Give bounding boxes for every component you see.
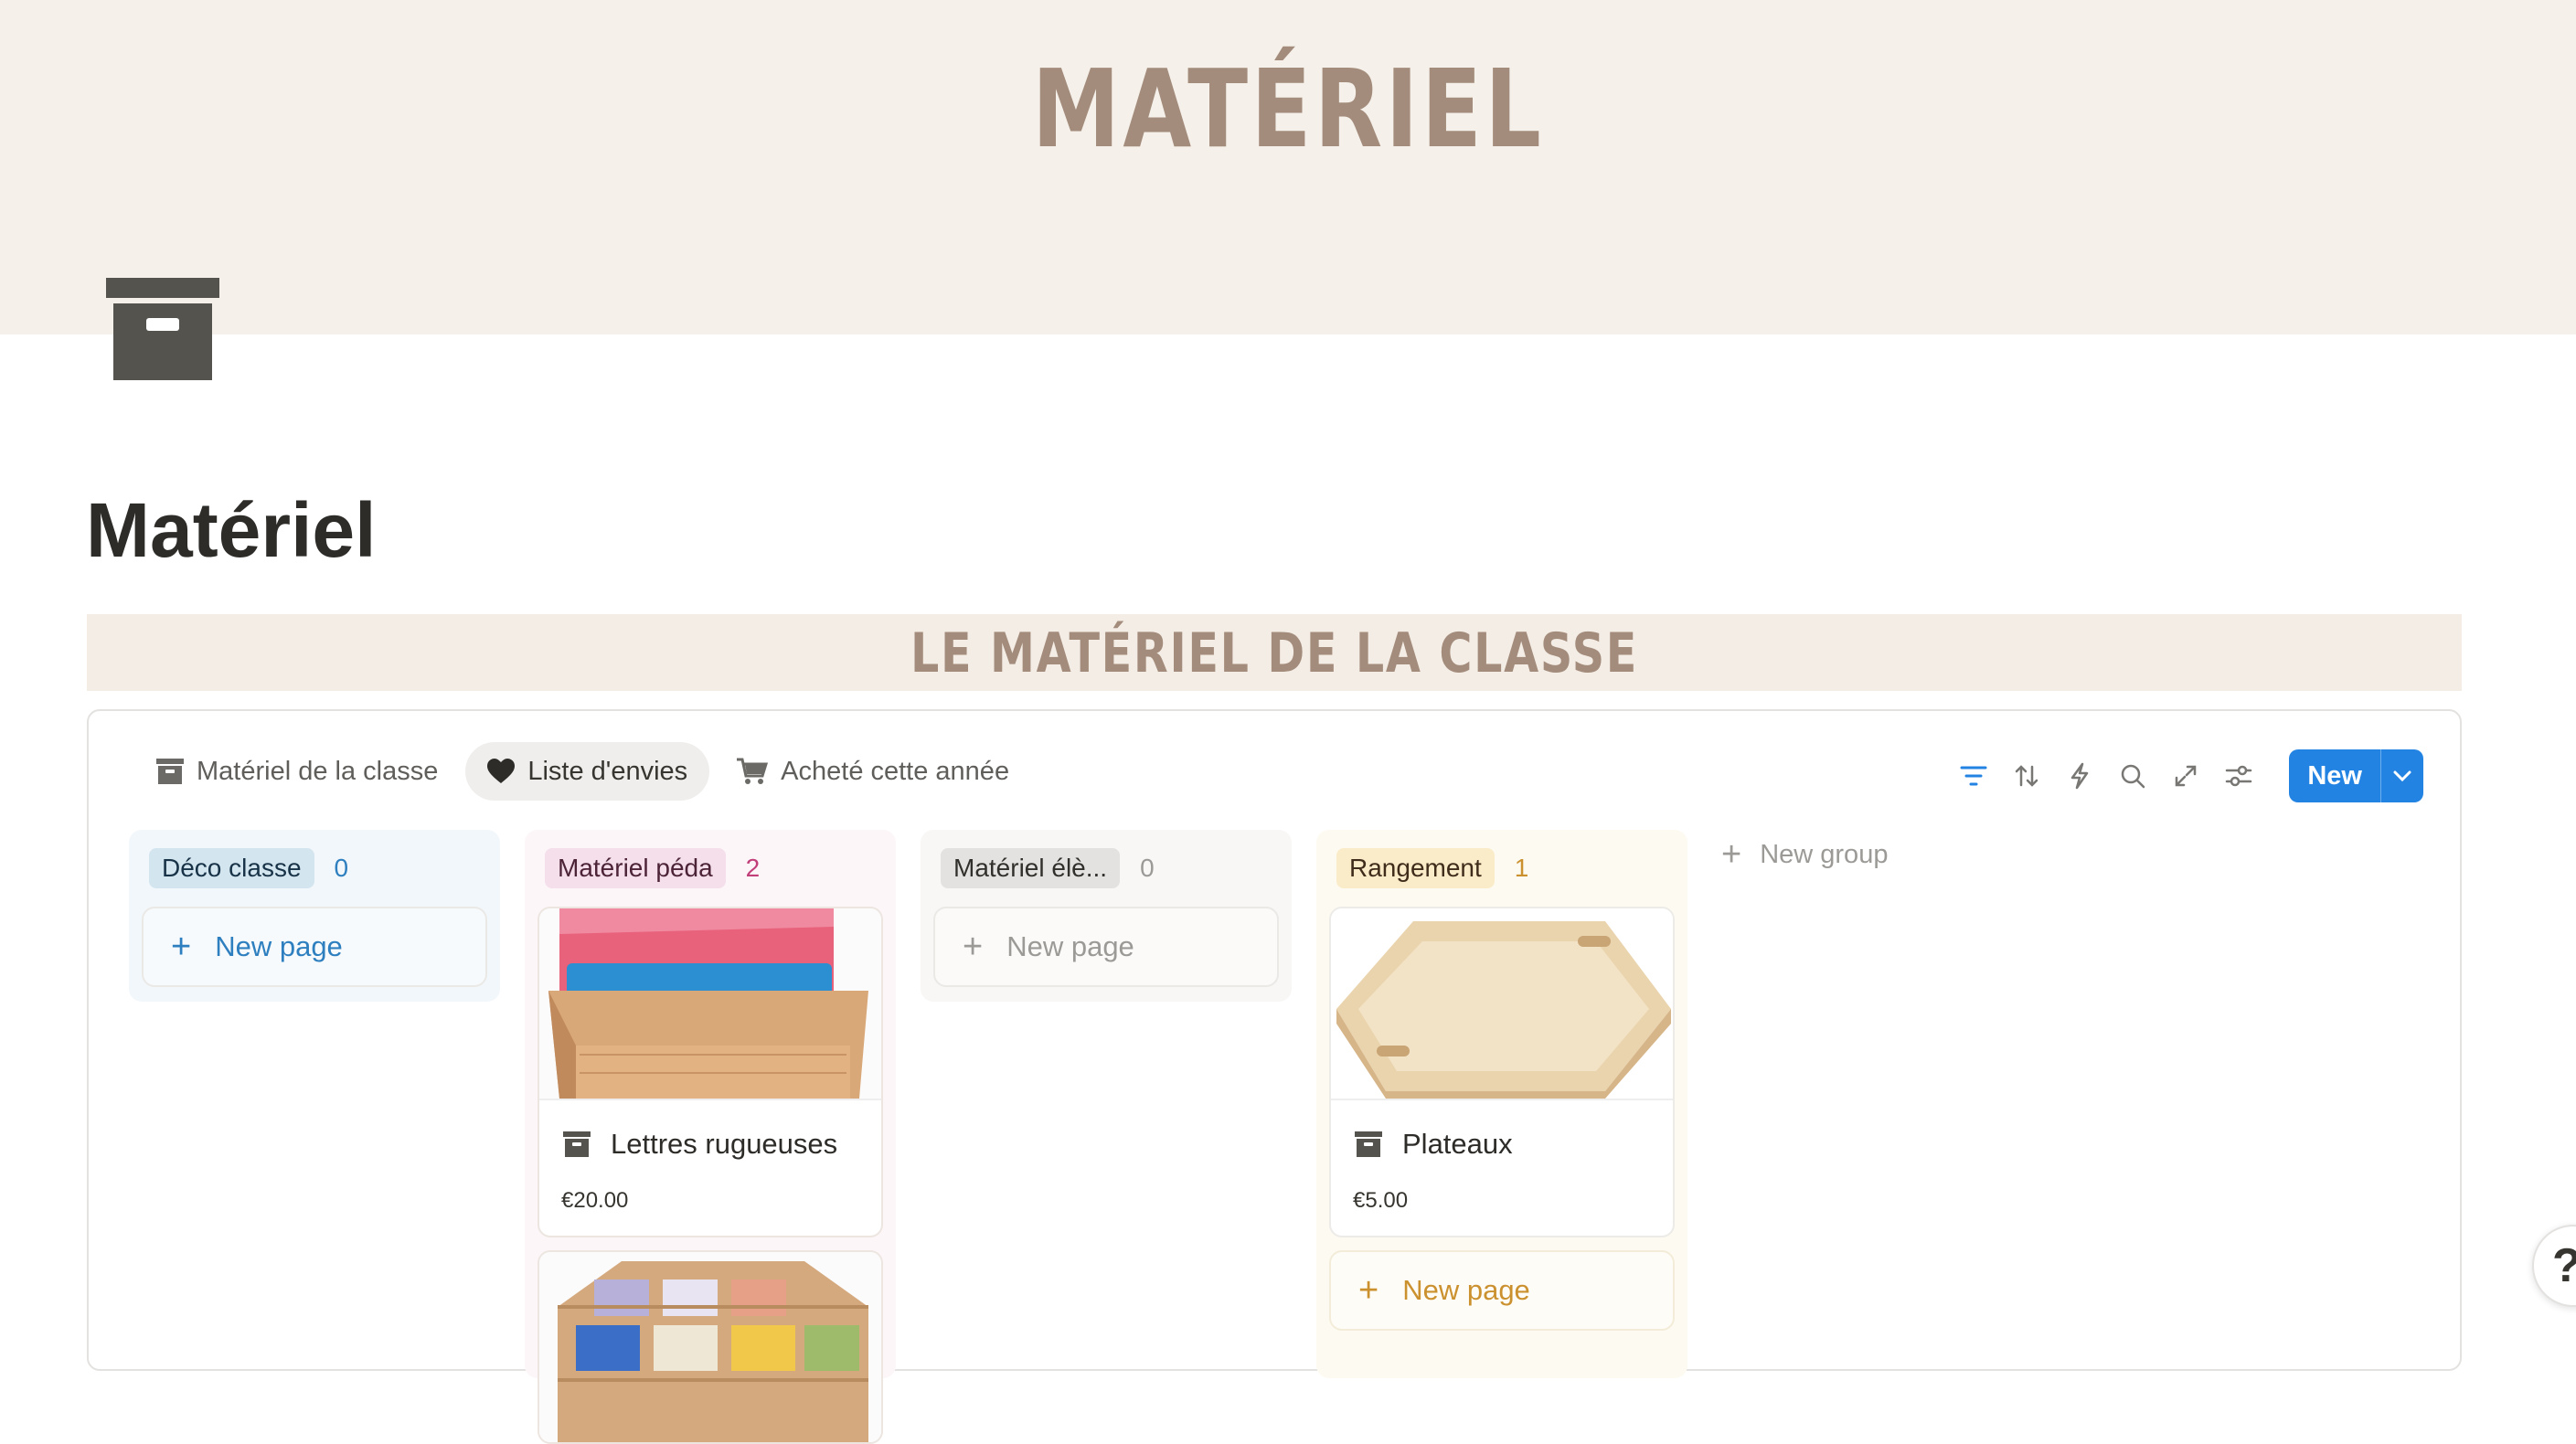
plus-icon: + <box>1721 835 1742 874</box>
new-page-label: New page <box>1006 930 1134 962</box>
tab-materiel-de-la-classe[interactable]: Matériel de la classe <box>134 742 460 801</box>
new-group-button[interactable]: + New group <box>1721 835 1888 875</box>
filter-icon[interactable] <box>1947 749 2000 802</box>
card-untitled[interactable] <box>538 1250 883 1444</box>
board-database: Matériel de la classe Liste d'envies Ach… <box>87 709 2462 1444</box>
tab-label: Matériel de la classe <box>197 756 439 786</box>
card-price: €5.00 <box>1353 1188 1409 1213</box>
new-button[interactable]: New <box>2289 749 2423 802</box>
board-column-rangement: Rangement 1 Plateaux €5.00 + New page <box>1316 830 1687 1378</box>
new-page-button[interactable]: + New page <box>142 907 487 987</box>
card-image <box>1331 908 1673 1100</box>
database-toolbar: New <box>1947 749 2423 802</box>
plus-icon: + <box>171 927 192 966</box>
board-column-materiel-eleves: Matériel élè... 0 + New page <box>921 830 1292 1002</box>
cart-icon <box>737 758 769 784</box>
plus-icon: + <box>1358 1270 1379 1310</box>
page-title[interactable]: Matériel <box>86 486 376 575</box>
heart-icon <box>487 759 516 783</box>
new-group-label: New group <box>1760 840 1889 869</box>
archive-box-icon[interactable] <box>104 276 221 382</box>
new-page-label: New page <box>215 930 343 962</box>
group-count: 1 <box>1514 854 1529 882</box>
card-price: €20.00 <box>561 1188 629 1213</box>
help-icon: ? <box>2552 1238 2576 1293</box>
sort-icon[interactable] <box>2000 749 2053 802</box>
card-image <box>539 908 881 1100</box>
search-icon[interactable] <box>2106 749 2159 802</box>
plus-icon: + <box>963 927 984 966</box>
board-column-deco-classe: Déco classe 0 + New page <box>129 830 500 1002</box>
card-title: Lettres rugueuses <box>611 1128 838 1160</box>
column-header[interactable]: Rangement 1 <box>1316 830 1687 907</box>
column-header[interactable]: Déco classe 0 <box>129 830 500 907</box>
group-count: 0 <box>334 854 349 882</box>
archive-box-icon <box>1355 1131 1382 1157</box>
banner-image: LE MATÉRIEL DE LA CLASSE <box>87 614 2462 691</box>
group-label: Rangement <box>1336 848 1495 888</box>
tab-achete-cette-annee[interactable]: Acheté cette année <box>715 742 1031 801</box>
settings-icon[interactable] <box>2212 749 2265 802</box>
tab-liste-d-envies[interactable]: Liste d'envies <box>465 742 710 801</box>
new-page-button[interactable]: + New page <box>1329 1250 1675 1331</box>
archive-box-icon <box>156 759 184 784</box>
tab-label: Liste d'envies <box>527 756 688 786</box>
new-page-label: New page <box>1402 1274 1530 1306</box>
expand-icon[interactable] <box>2159 749 2212 802</box>
card-title: Plateaux <box>1402 1128 1513 1160</box>
chevron-down-icon[interactable] <box>2380 749 2423 802</box>
board-column-materiel-peda: Matériel péda 2 Lettres rugueuses €20.00 <box>525 830 896 1444</box>
new-page-button[interactable]: + New page <box>933 907 1279 987</box>
card-image <box>539 1252 881 1442</box>
card-plateaux[interactable]: Plateaux €5.00 <box>1329 907 1675 1237</box>
card-lettres-rugueuses[interactable]: Lettres rugueuses €20.00 <box>538 907 883 1237</box>
group-count: 0 <box>1140 854 1155 882</box>
cover-title: MATÉRIEL <box>1031 46 1545 172</box>
group-label: Matériel péda <box>545 848 726 888</box>
help-button[interactable]: ? <box>2532 1225 2576 1307</box>
page-cover[interactable]: MATÉRIEL <box>0 0 2576 334</box>
column-header[interactable]: Matériel élè... 0 <box>921 830 1292 907</box>
group-label: Matériel élè... <box>941 848 1121 888</box>
view-tabs: Matériel de la classe Liste d'envies Ach… <box>134 742 1037 801</box>
tab-label: Acheté cette année <box>781 756 1010 786</box>
automation-icon[interactable] <box>2053 749 2106 802</box>
archive-box-icon <box>563 1131 591 1157</box>
new-button-label[interactable]: New <box>2289 749 2380 802</box>
group-label: Déco classe <box>149 848 314 888</box>
group-count: 2 <box>745 854 761 882</box>
banner-text: LE MATÉRIEL DE LA CLASSE <box>910 621 1639 685</box>
column-header[interactable]: Matériel péda 2 <box>525 830 896 907</box>
